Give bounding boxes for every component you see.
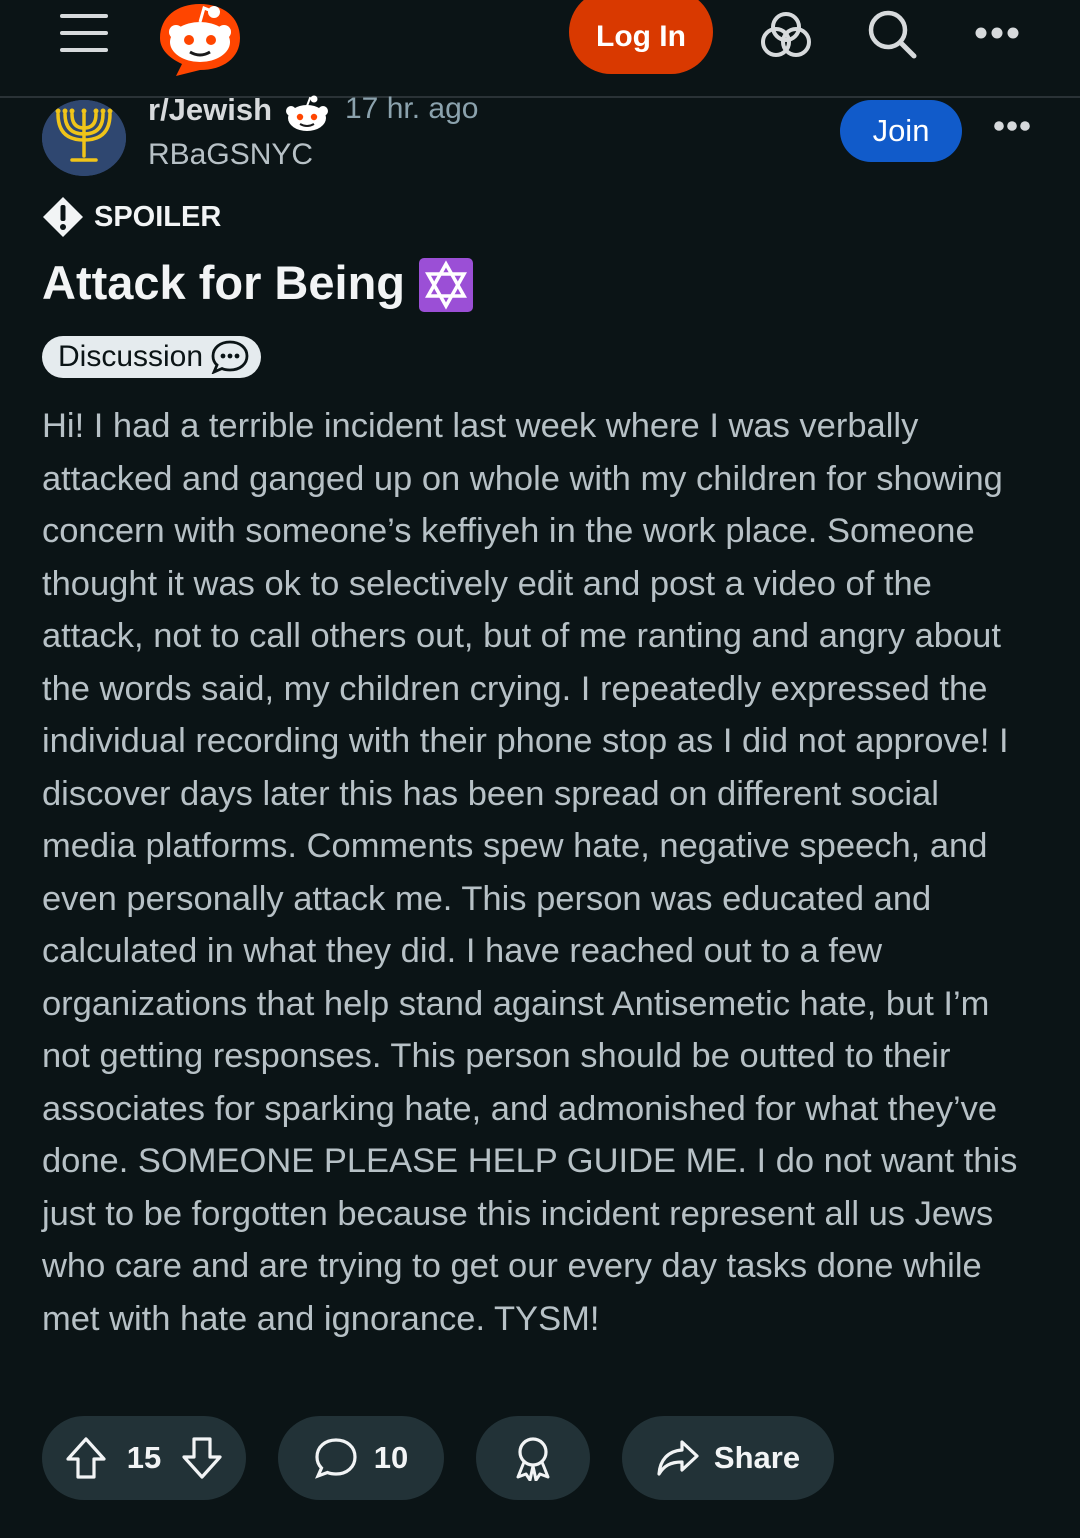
post-more-icon[interactable] xyxy=(993,120,1031,132)
share-label: Share xyxy=(713,1440,801,1475)
post-title[interactable]: Attack for Being xyxy=(42,255,473,312)
upvote-icon[interactable] xyxy=(65,1436,107,1480)
spoiler-label: SPOILER xyxy=(94,200,222,233)
comment-count: 10 xyxy=(373,1440,409,1475)
downvote-icon[interactable] xyxy=(181,1436,223,1480)
join-button[interactable]: Join xyxy=(840,100,962,162)
star-of-david-emoji xyxy=(419,257,473,312)
login-button[interactable]: Log In xyxy=(569,0,713,74)
subreddit-avatar[interactable] xyxy=(42,100,126,176)
post-body: Hi! I had a terrible incident last week … xyxy=(42,407,1018,1338)
comment-icon xyxy=(314,1438,357,1479)
flair-label: Discussion xyxy=(58,340,204,373)
comments-button[interactable]: 10 xyxy=(278,1416,444,1500)
warning-icon xyxy=(43,197,83,237)
vote-group: 15 xyxy=(42,1416,246,1500)
top-bar: Log In xyxy=(0,0,1080,98)
reddit-logo[interactable] xyxy=(156,0,244,78)
flair-discussion[interactable]: Discussion xyxy=(42,336,262,378)
share-icon xyxy=(657,1440,699,1476)
award-button[interactable] xyxy=(476,1416,590,1500)
vote-count: 15 xyxy=(126,1440,162,1475)
post-title-text: Attack for Being xyxy=(42,256,405,309)
menu-icon[interactable] xyxy=(60,14,108,54)
action-bar: 15 10 Share xyxy=(0,1416,1080,1502)
more-icon[interactable] xyxy=(974,26,1020,40)
subreddit-name[interactable]: r/Jewish xyxy=(148,92,272,128)
snoo-icon xyxy=(286,95,328,131)
post-time: 17 hr. ago xyxy=(345,92,479,125)
post-author[interactable]: RBaGSNYC xyxy=(148,138,313,172)
award-icon xyxy=(516,1437,550,1481)
share-button[interactable]: Share xyxy=(622,1416,834,1500)
speech-bubble-icon xyxy=(211,340,249,374)
chat-icon[interactable] xyxy=(760,10,812,60)
spoiler-tag: SPOILER xyxy=(42,196,221,238)
search-icon[interactable] xyxy=(866,8,918,60)
